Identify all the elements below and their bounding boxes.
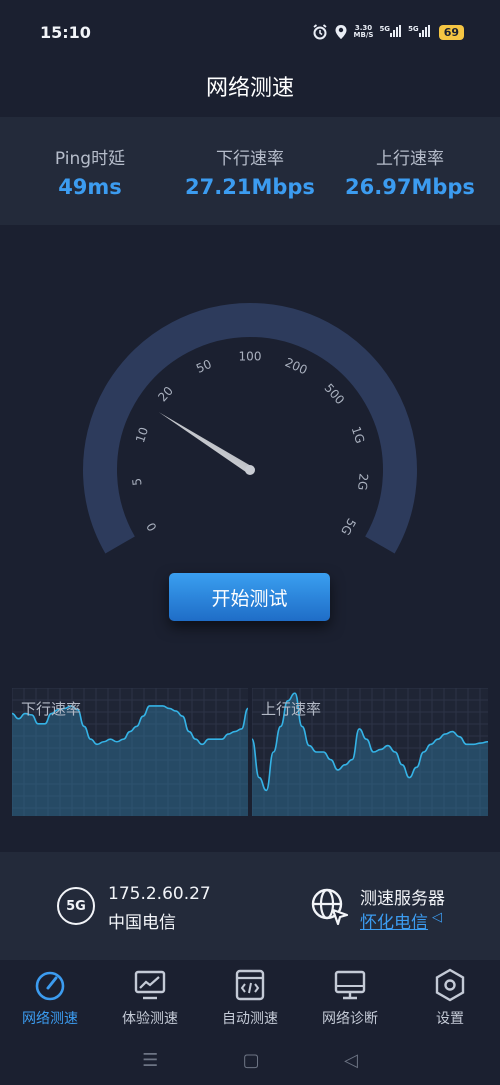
status-bar: 15:10 3.30 MB/S 5G 5G 69 — [0, 0, 500, 64]
rate-area — [12, 705, 248, 816]
home-icon[interactable]: ▢ — [243, 1050, 260, 1071]
nav-label: 自动测速 — [222, 1011, 278, 1027]
gauge-tick-label: 20 — [155, 384, 176, 405]
speed-server-title: 测速服务器 — [360, 889, 445, 909]
stat-value: 26.97Mbps — [345, 174, 475, 199]
gauge-tick-label: 2G — [355, 473, 371, 491]
alarm-icon — [312, 24, 327, 40]
nav-label: 网络诊断 — [322, 1011, 378, 1027]
ip-address: 175.2.60.27 — [108, 884, 211, 904]
desktop-icon — [334, 970, 366, 1000]
speed-gauge: 0 5 10 20 50 100 200 5001G 2G 5G — [83, 303, 417, 554]
signal-bars-icon — [390, 24, 402, 37]
gauge-tick-label: 1G — [349, 425, 368, 445]
stat-upload: 上行速率 26.97Mbps — [335, 144, 485, 199]
nav-label: 体验测速 — [122, 1011, 178, 1027]
stat-label: Ping时延 — [54, 148, 126, 169]
stat-label: 上行速率 — [376, 148, 444, 169]
settings-hexagon-icon — [435, 968, 465, 1002]
stat-value: 27.21Mbps — [185, 174, 315, 199]
location-icon — [335, 25, 347, 39]
network-speed-unit: MB/S — [353, 31, 374, 39]
stat-ping: Ping时延 49ms — [15, 144, 165, 199]
status-icons: 3.30 MB/S 5G 5G 69 — [312, 24, 464, 40]
network-speed-indicator: 3.30 MB/S — [354, 25, 374, 39]
nav-experience-test[interactable]: 体验测速 — [100, 968, 200, 1028]
gauge-tick-label: 0 — [144, 520, 160, 534]
bottom-nav: 网络测速 体验测速 自动测速 网络诊断 设置 — [0, 962, 500, 1034]
menu-icon[interactable]: ☰ — [142, 1050, 158, 1071]
battery-level: 69 — [438, 24, 464, 40]
system-nav-bar: ☰ ▢ ◁ — [0, 1040, 500, 1080]
nav-label: 设置 — [436, 1011, 464, 1027]
stat-value: 49ms — [58, 174, 122, 199]
signal-5g-sim2: 5G — [408, 24, 431, 40]
stat-download: 下行速率 27.21Mbps — [175, 144, 325, 199]
carrier-name: 中国电信 — [108, 913, 176, 933]
upload-rate-chart: 上行速率 — [252, 688, 488, 816]
stat-label: 下行速率 — [216, 148, 284, 169]
speedometer-icon — [35, 971, 65, 1001]
nav-diagnosis[interactable]: 网络诊断 — [300, 968, 400, 1028]
globe-cursor-icon — [311, 888, 349, 926]
server-select-link[interactable]: 怀化电信 — [360, 908, 428, 933]
gauge-tick-label: 5G — [338, 516, 359, 538]
gauge-needle-cap — [245, 465, 255, 475]
gauge-tick-labels: 0 5 10 20 50 100 200 5001G 2G 5G — [130, 350, 371, 538]
download-rate-chart: 下行速率 — [12, 688, 248, 816]
code-window-icon — [235, 969, 265, 1001]
signal-bars-icon — [418, 24, 430, 37]
page-title: 网络测速 — [205, 76, 294, 101]
status-time: 15:10 — [40, 22, 91, 42]
gauge-tick-label: 10 — [133, 425, 151, 444]
start-test-button[interactable]: 开始测试 — [169, 573, 330, 621]
nav-speed-test[interactable]: 网络测速 — [0, 968, 100, 1028]
chart-label: 下行速率 — [21, 700, 82, 718]
server-select-arrow-icon[interactable]: ◁ — [432, 910, 442, 925]
signal-label: 5G — [379, 24, 391, 33]
signal-5g-sim1: 5G — [379, 24, 402, 40]
gauge-tick-label: 200 — [283, 355, 310, 377]
chart-monitor-icon — [134, 970, 166, 1000]
nav-auto-test[interactable]: 自动测速 — [200, 968, 300, 1028]
network-type-icon: 5G — [57, 887, 95, 925]
stats-panel: Ping时延 49ms 下行速率 27.21Mbps 上行速率 26.97Mbp… — [0, 117, 500, 225]
nav-settings[interactable]: 设置 — [400, 968, 500, 1028]
gauge-tick-label: 50 — [194, 357, 214, 376]
chart-label: 上行速率 — [261, 700, 322, 718]
gauge-needle — [158, 412, 253, 474]
gauge-tick-label: 500 — [321, 381, 347, 407]
nav-label: 网络测速 — [22, 1011, 78, 1027]
back-icon[interactable]: ◁ — [344, 1050, 358, 1071]
gauge-tick-label: 100 — [239, 350, 262, 364]
signal-label: 5G — [408, 24, 419, 33]
gauge-tick-label: 5 — [130, 477, 145, 486]
